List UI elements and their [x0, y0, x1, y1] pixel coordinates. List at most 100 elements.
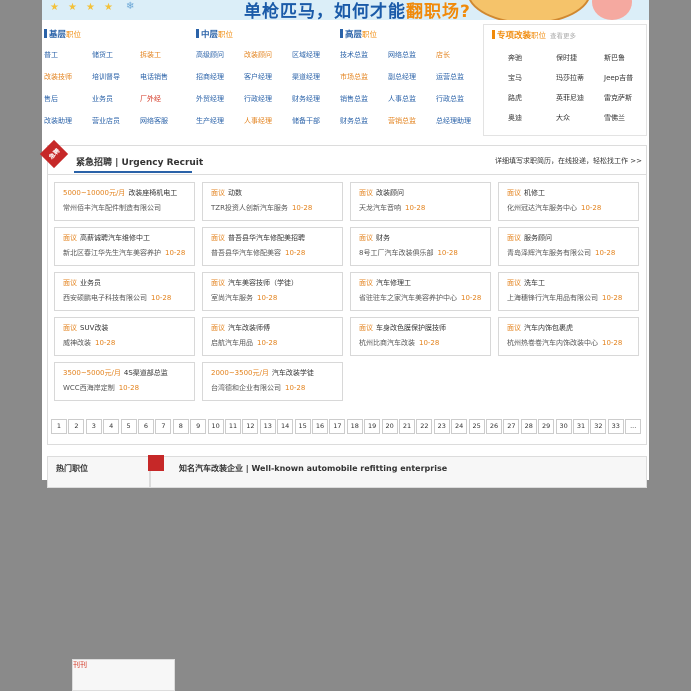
page-button[interactable]: 33	[607, 419, 624, 434]
page-button[interactable]: 2	[68, 419, 85, 434]
job-card[interactable]: 面议 普吾县华汽车修配美招聘 普吾县华汽车修配美容 10-28	[202, 227, 343, 266]
page-button[interactable]: 7	[155, 419, 172, 434]
category-item[interactable]: 人事经理	[244, 116, 272, 126]
special-item[interactable]: 斯巴鲁	[604, 53, 625, 63]
category-item[interactable]: 副总经理	[388, 72, 416, 82]
job-card[interactable]: 面议 洗车工 上海穗锋行汽车用品有限公司 10-28	[498, 272, 639, 311]
job-title[interactable]: 汽车改装师傅	[228, 324, 270, 332]
category-item[interactable]: 技术总监	[340, 50, 368, 60]
company-name[interactable]: 青岛泽辉汽车服务有限公司	[507, 249, 591, 257]
category-item[interactable]: 改装顾问	[244, 50, 272, 60]
job-title[interactable]: 机修工	[524, 189, 545, 197]
company-name[interactable]: 西安硕鹏电子科技有限公司	[63, 294, 147, 302]
category-item[interactable]: 总经理助理	[436, 116, 471, 126]
job-card[interactable]: 面议 汽车美容技师（学徒） 室尚汽车服务 10-28	[202, 272, 343, 311]
company-name[interactable]: 普吾县华汽车修配美容	[211, 249, 281, 257]
page-button[interactable]: 5	[120, 419, 137, 434]
page-button[interactable]: 8	[172, 419, 189, 434]
top-banner[interactable]: ★ ★ ★ ★ ❄ 单枪匹马，如何才能翻职场?	[42, 0, 649, 20]
page-button[interactable]: 15	[294, 419, 311, 434]
page-button[interactable]: 17	[329, 419, 346, 434]
page-button[interactable]: 12	[242, 419, 259, 434]
company-name[interactable]: 8号工厂汽车改装俱乐部	[359, 249, 433, 257]
page-button[interactable]: 19	[364, 419, 381, 434]
panel-title[interactable]: 紧急招聘 | Urgency Recruit	[76, 155, 203, 168]
job-card[interactable]: 面议 高薪诚聘汽车维修中工 新北区春江华先生汽车美容养护 10-28	[54, 227, 195, 266]
page-button[interactable]: 22	[416, 419, 433, 434]
page-button[interactable]: 25	[468, 419, 485, 434]
category-item[interactable]: 售后	[44, 94, 58, 104]
category-item[interactable]: 储货工	[92, 50, 113, 60]
job-card[interactable]: 3500~5000元/月 4S渠道部总监 WCC西海岸定制 10-28	[54, 362, 195, 401]
hot-jobs-title[interactable]: 热门职位	[56, 463, 88, 474]
page-button[interactable]: 26	[486, 419, 502, 434]
category-item[interactable]: 市场总监	[340, 72, 368, 82]
job-card[interactable]: 面议 汽车改装师傅 启航汽车用品 10-28	[202, 317, 343, 356]
page-button[interactable]: 4	[103, 419, 120, 434]
job-title[interactable]: 洗车工	[524, 279, 545, 287]
category-item[interactable]: 行政经理	[244, 94, 272, 104]
more-link[interactable]: 查看更多	[550, 32, 576, 40]
category-item[interactable]: 改装助理	[44, 116, 72, 126]
special-item[interactable]: 英菲尼迪	[556, 93, 584, 103]
category-item[interactable]: 培训督导	[92, 72, 120, 82]
company-name[interactable]: 室尚汽车服务	[211, 294, 253, 302]
category-item[interactable]: 渠道经理	[292, 72, 320, 82]
special-item[interactable]: 路虎	[508, 93, 522, 103]
page-button[interactable]: 16	[312, 419, 328, 434]
category-item[interactable]: 人事总监	[388, 94, 416, 104]
category-item[interactable]: 高级顾问	[196, 50, 224, 60]
page-button[interactable]: 18	[346, 419, 363, 434]
company-name[interactable]: 杭州热卷卷汽车内饰改装中心	[507, 339, 598, 347]
job-title[interactable]: 汽车内饰包裹虎	[524, 324, 573, 332]
job-title[interactable]: 汽车美容技师（学徒）	[228, 279, 298, 287]
company-name[interactable]: 启航汽车用品	[211, 339, 253, 347]
category-item[interactable]: 店长	[436, 50, 450, 60]
company-name[interactable]: 台湾德和企业有限公司	[211, 384, 281, 392]
company-name[interactable]: 天龙汽车音响	[359, 204, 401, 212]
category-item[interactable]: 营销总监	[388, 116, 416, 126]
category-item[interactable]: 运营总监	[436, 72, 464, 82]
job-card[interactable]: 面议 SUV改装 威神改装 10-28	[54, 317, 195, 356]
submit-resume-link[interactable]: 详细填写求职简历，在线投递，轻松找工作 >>	[495, 156, 642, 166]
job-card[interactable]: 面议 机修工 化州冠达汽车服务中心 10-28	[498, 182, 639, 221]
special-item[interactable]: 奔驰	[508, 53, 522, 63]
job-title[interactable]: 高薪诚聘汽车维修中工	[80, 234, 150, 242]
category-item[interactable]: 厂外经	[140, 94, 161, 104]
page-button[interactable]: 32	[590, 419, 607, 434]
job-title[interactable]: 4S渠道部总监	[124, 369, 168, 377]
category-item[interactable]: 招商经理	[196, 72, 224, 82]
page-button[interactable]: ...	[625, 419, 642, 434]
job-card[interactable]: 面议 汽车内饰包裹虎 杭州热卷卷汽车内饰改装中心 10-28	[498, 317, 639, 356]
job-card[interactable]: 2000~3500元/月 汽车改装学徒 台湾德和企业有限公司 10-28	[202, 362, 343, 401]
category-item[interactable]: 储备干部	[292, 116, 320, 126]
special-item[interactable]: 奥迪	[508, 113, 522, 123]
job-card[interactable]: 面议 汽车修理工 省驻驻车之家汽车美容养护中心 10-28	[350, 272, 491, 311]
page-button[interactable]: 29	[538, 419, 555, 434]
special-item[interactable]: 大众	[556, 113, 570, 123]
job-title[interactable]: 改装顾问	[376, 189, 404, 197]
job-title[interactable]: 动数	[228, 189, 242, 197]
category-item[interactable]: 改装技师	[44, 72, 72, 82]
category-item[interactable]: 网络总监	[388, 50, 416, 60]
job-card[interactable]: 面议 财务 8号工厂汽车改装俱乐部 10-28	[350, 227, 491, 266]
company-name[interactable]: 杭州比商汽车改装	[359, 339, 415, 347]
category-item[interactable]: 电话销售	[140, 72, 168, 82]
page-button[interactable]: 9	[190, 419, 207, 434]
category-item[interactable]: 生产经理	[196, 116, 224, 126]
page-button[interactable]: 28	[520, 419, 537, 434]
company-name[interactable]: TZR投资人创新汽车服务	[211, 204, 288, 212]
job-card[interactable]: 面议 车身改色膜保护膜技师 杭州比商汽车改装 10-28	[350, 317, 491, 356]
job-card[interactable]: 面议 业务员 西安硕鹏电子科技有限公司 10-28	[54, 272, 195, 311]
page-button[interactable]: 21	[399, 419, 415, 434]
category-item[interactable]: 普工	[44, 50, 58, 60]
page-button[interactable]: 27	[503, 419, 520, 434]
page-button[interactable]: 10	[207, 419, 224, 434]
job-title[interactable]: 服务顾问	[524, 234, 552, 242]
category-item[interactable]: 行政总监	[436, 94, 464, 104]
page-button[interactable]: 13	[259, 419, 276, 434]
company-name[interactable]: 新北区春江华先生汽车美容养护	[63, 249, 161, 257]
job-title[interactable]: 业务员	[80, 279, 101, 287]
job-title[interactable]: 财务	[376, 234, 390, 242]
job-card[interactable]: 面议 改装顾问 天龙汽车音响 10-28	[350, 182, 491, 221]
